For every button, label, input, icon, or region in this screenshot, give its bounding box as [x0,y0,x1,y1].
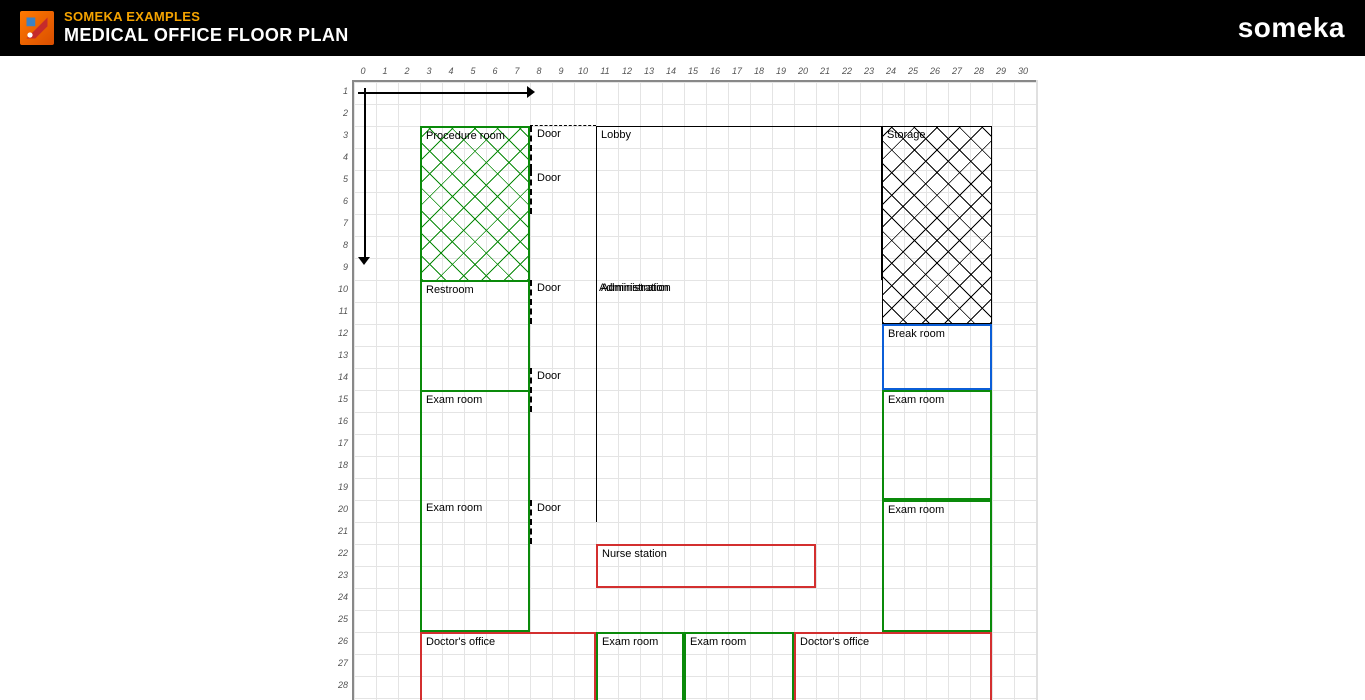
room-label: Break room [888,328,945,340]
room-doctor-right: Doctor's office [794,632,992,700]
room-break-room: Break room [882,324,992,390]
admin-label: Administration [599,282,669,294]
room-label: Nurse station [602,548,667,560]
wordmark: someka [1238,12,1345,44]
door-label: Door [534,128,561,140]
door-label: Door [534,282,561,294]
ruler-y: 1234567891011121314151617181920212223242… [330,80,352,700]
room-doctor-left: Doctor's office [420,632,596,700]
ruler-x: 0123456789101112131415161718192021222324… [352,66,1034,80]
logo-icon [20,11,54,45]
room-exam-left-1: Exam room [420,390,530,500]
door-edge [530,280,532,324]
room-nurse-station: Nurse station [596,544,816,588]
door-edge [530,368,532,412]
room-label: Exam room [690,636,746,648]
room-lobby: Lobby [596,126,882,280]
room-label: Procedure room [426,130,505,142]
room-exam-right-1: Exam room [882,390,992,500]
room-exam-right-2: Exam room [882,500,992,632]
page-title: MEDICAL OFFICE FLOOR PLAN [64,25,349,47]
room-procedure-room: Procedure room [420,126,530,280]
room-restroom: Restroom [420,280,530,346]
door-label: Door [534,370,561,382]
door-edge [530,500,532,544]
room-exam-bottom-2: Exam room [684,632,794,700]
door-edge [530,126,532,170]
arrow-horizontal-icon [358,86,533,98]
brand-label: SOMEKA EXAMPLES [64,9,349,25]
door-label: Door [534,172,561,184]
room-label: Exam room [426,394,482,406]
dashed-wall [530,125,596,126]
room-exam-bottom-1: Exam room [596,632,684,700]
floor-plan: 0123456789101112131415161718192021222324… [0,56,1365,700]
room-restroom2 [420,346,530,390]
door-edge [530,170,532,214]
room-label: Storage [887,129,926,141]
arrow-vertical-icon [358,88,370,263]
room-label: Exam room [888,394,944,406]
room-label: Doctor's office [426,636,495,648]
room-label: Lobby [601,129,631,141]
room-exam-left-2: Exam room [420,500,530,632]
wordmark-text: someka [1238,12,1345,43]
header: SOMEKA EXAMPLES MEDICAL OFFICE FLOOR PLA… [0,0,1365,56]
header-left: SOMEKA EXAMPLES MEDICAL OFFICE FLOOR PLA… [20,9,349,46]
grid-canvas: Procedure room Lobby Storage Restroom Admini… [354,82,1036,700]
room-label: Exam room [426,502,482,514]
door-label: Door [534,502,561,514]
room-label: Restroom [426,284,474,296]
room-label: Exam room [888,504,944,516]
grid: Procedure room Lobby Storage Restroom Admini… [352,80,1038,700]
room-label: Exam room [602,636,658,648]
header-titles: SOMEKA EXAMPLES MEDICAL OFFICE FLOOR PLA… [64,9,349,46]
room-label: Doctor's office [800,636,869,648]
